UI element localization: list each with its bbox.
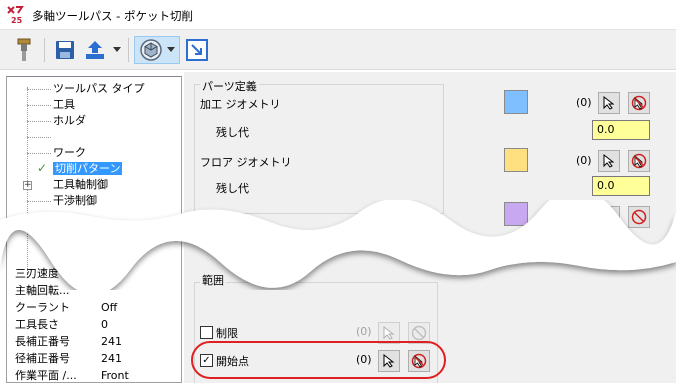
tree-item-work[interactable]: ワーク	[53, 145, 86, 161]
highlight-oval	[191, 341, 446, 379]
tree-item-toolpath-type[interactable]: ツールパス タイプ	[53, 81, 145, 97]
prop-value: 241	[101, 352, 122, 365]
tree-connector	[27, 89, 51, 90]
expand-icon[interactable]: +	[23, 181, 32, 190]
tree-item-tool-axis-control[interactable]: 工具軸制御	[53, 177, 108, 193]
tool-button[interactable]	[12, 36, 36, 64]
floor-allowance-label: 残し代	[216, 182, 249, 195]
cursor-clear-icon	[631, 153, 647, 169]
tree-item-cut-pattern[interactable]: 切削パターン	[53, 161, 123, 177]
tree-connector	[27, 105, 51, 106]
floor-geometry-color[interactable]	[504, 148, 528, 172]
toolbar	[0, 30, 676, 70]
prop-value: Off	[101, 301, 118, 314]
chevron-down-icon	[113, 47, 121, 52]
tree-connector	[27, 153, 51, 154]
cursor-clear-icon	[631, 95, 647, 111]
title-bar: 25 多軸ツールパス - ポケット切削	[0, 0, 676, 30]
prop-label: 長補正番号	[15, 335, 70, 348]
save-button[interactable]	[52, 36, 78, 64]
select-geometry-button[interactable]	[598, 92, 620, 114]
prop-label: クーラント	[15, 301, 70, 314]
limit-count: (0)	[356, 325, 372, 338]
torn-edge-decoration	[0, 200, 676, 290]
tree-connector	[27, 121, 51, 122]
prop-row: 径補正番号 241	[15, 350, 122, 367]
prop-label: 工具長さ	[15, 318, 59, 331]
prop-label: 径補正番号	[15, 352, 70, 365]
limit-checkbox[interactable]	[200, 326, 213, 339]
machining-geometry-label: 加工 ジオメトリ	[200, 98, 281, 111]
prop-value: 0	[101, 318, 108, 331]
export-dropdown[interactable]	[110, 36, 124, 64]
machining-geometry-color[interactable]	[504, 90, 528, 114]
cursor-icon	[603, 154, 615, 168]
cursor-clear-icon	[411, 325, 427, 341]
clear-geometry-button[interactable]	[628, 92, 650, 114]
resize-icon	[186, 39, 208, 61]
tool-icon	[17, 38, 31, 61]
export-button[interactable]	[82, 36, 108, 64]
prop-row: クーラント Off	[15, 299, 117, 316]
cursor-icon	[383, 326, 395, 340]
view-cube-icon	[140, 39, 162, 61]
chevron-down-icon	[167, 47, 175, 52]
toolbar-separator	[128, 38, 129, 62]
select-floor-button[interactable]	[598, 150, 620, 172]
tree-item-holder[interactable]: ホルダ	[53, 113, 86, 129]
limit-label: 制限	[216, 327, 238, 340]
clear-floor-button[interactable]	[628, 150, 650, 172]
cursor-icon	[603, 96, 615, 110]
machining-geometry-count: (0)	[576, 96, 592, 109]
view-cube-button[interactable]	[134, 36, 180, 64]
parts-group-title: パーツ定義	[200, 78, 259, 94]
window-title: 多軸ツールパス - ポケット切削	[32, 9, 193, 23]
prop-value: 241	[101, 335, 122, 348]
tree-item-label: 切削パターン	[53, 162, 123, 175]
prop-row: 工具長さ 0	[15, 316, 108, 333]
tree-connector	[27, 137, 51, 138]
tree-item-tool[interactable]: 工具	[53, 97, 75, 113]
svg-text:25: 25	[11, 16, 23, 25]
app-logo-icon: 25	[7, 6, 24, 25]
prop-row: 長補正番号 241	[15, 333, 122, 350]
toolbar-separator	[44, 38, 45, 62]
floor-geometry-count: (0)	[576, 154, 592, 167]
export-icon	[86, 41, 104, 59]
checkmark-icon: ✓	[37, 161, 48, 175]
machining-allowance-input[interactable]: 0.0	[592, 120, 650, 140]
floor-allowance-input[interactable]: 0.0	[592, 176, 650, 196]
prop-label: 作業平面 /...	[15, 369, 77, 382]
save-icon	[56, 41, 74, 59]
prop-row: 作業平面 /... Front	[15, 367, 129, 382]
machining-allowance-label: 残し代	[216, 126, 249, 139]
resize-button[interactable]	[184, 36, 210, 64]
prop-value: Front	[101, 369, 129, 382]
floor-geometry-label: フロア ジオメトリ	[200, 156, 292, 169]
